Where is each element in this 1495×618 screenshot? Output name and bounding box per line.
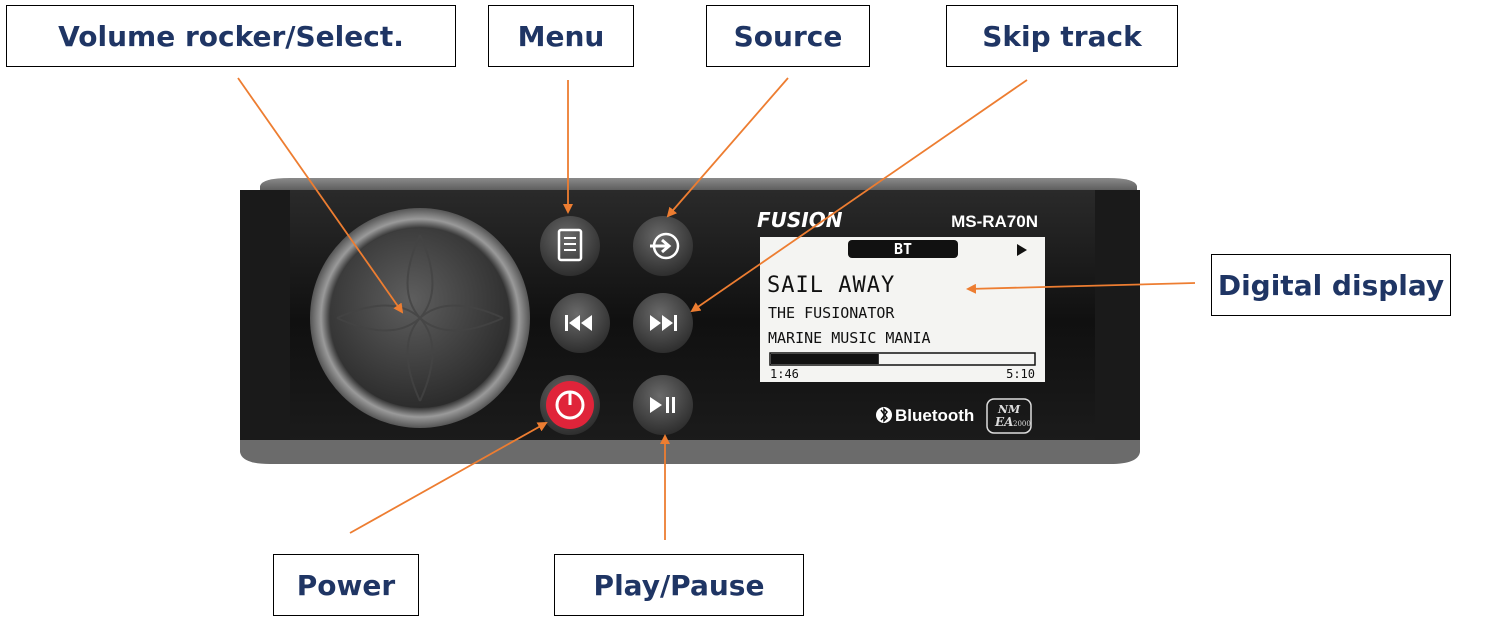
total-time: 5:10 bbox=[1006, 367, 1035, 381]
menu-button[interactable] bbox=[540, 216, 600, 276]
digital-display-label: Digital display bbox=[1211, 254, 1451, 316]
previous-track-button[interactable] bbox=[550, 293, 610, 353]
source-label-box: Source bbox=[706, 5, 870, 67]
next-track-button[interactable] bbox=[633, 293, 693, 353]
svg-text:EA: EA bbox=[994, 415, 1013, 429]
bluetooth-label: Bluetooth bbox=[895, 406, 974, 425]
artist-name: THE FUSIONATOR bbox=[768, 304, 895, 322]
play-pause-label: Play/Pause bbox=[554, 554, 804, 616]
source-button[interactable] bbox=[633, 216, 693, 276]
right-side-panel bbox=[1095, 190, 1140, 452]
elapsed-time: 1:46 bbox=[770, 367, 799, 381]
power-label: Power bbox=[273, 554, 419, 616]
album-name: MARINE MUSIC MANIA bbox=[768, 329, 931, 347]
left-side-panel bbox=[240, 190, 290, 452]
menu-label: Menu bbox=[488, 5, 634, 67]
brand-logo: FUSION bbox=[757, 208, 843, 232]
bottom-trim bbox=[240, 440, 1140, 464]
play-pause-button[interactable] bbox=[633, 375, 693, 435]
power-button[interactable] bbox=[540, 375, 600, 435]
source-label: BT bbox=[894, 240, 912, 258]
volume-rocker-label: Volume rocker/Select. bbox=[6, 5, 456, 67]
model-label: MS-RA70N bbox=[951, 212, 1038, 231]
skip-track-label: Skip track bbox=[946, 5, 1178, 67]
progress-fill bbox=[771, 354, 879, 364]
track-title: SAIL AWAY bbox=[767, 273, 895, 298]
svg-text:2000: 2000 bbox=[1013, 420, 1031, 428]
